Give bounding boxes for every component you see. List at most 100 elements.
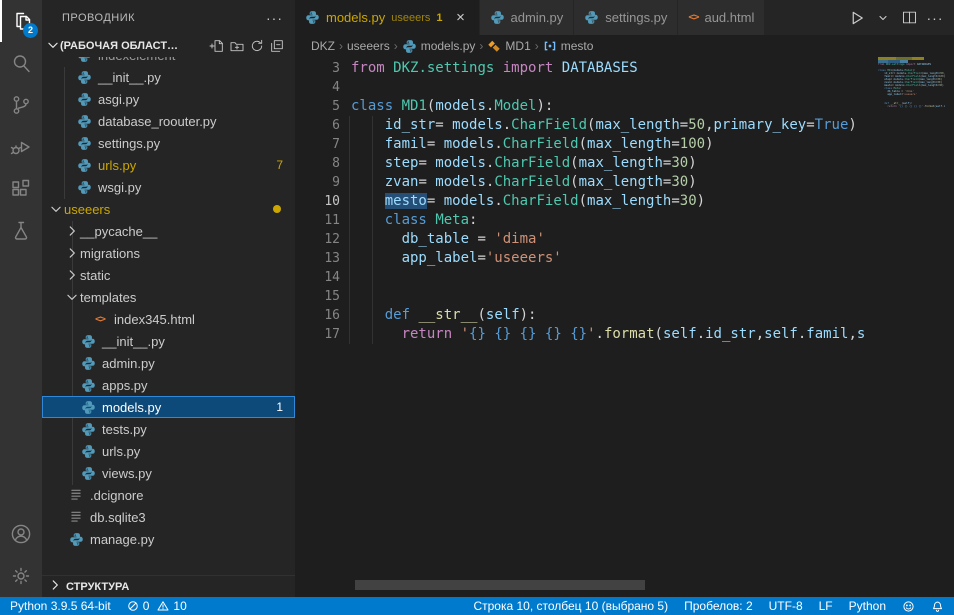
code-line-3[interactable]: 3from DKZ.settings import DATABASES: [295, 59, 954, 78]
code-line-15[interactable]: 15: [295, 287, 954, 306]
code-editor[interactable]: 3from DKZ.settings import DATABASES45cla…: [295, 57, 954, 597]
horizontal-scrollbar[interactable]: [355, 580, 645, 590]
statusbar-utf-8[interactable]: UTF-8: [769, 599, 803, 613]
code-line-6[interactable]: 6 id_str= models.CharField(max_length=50…: [295, 116, 954, 135]
tree-file--dcignore[interactable]: .dcignore: [42, 484, 295, 506]
statusbar-python[interactable]: Python: [849, 599, 886, 613]
run-dropdown-button[interactable]: [872, 7, 894, 29]
tab-aud-html[interactable]: <>aud.html: [678, 0, 764, 35]
code-line-7[interactable]: 7 famil= models.CharField(max_length=100…: [295, 135, 954, 154]
statusbar-error[interactable]: 0: [127, 599, 150, 613]
tree-folder-migrations[interactable]: migrations: [42, 242, 295, 264]
code-line-11[interactable]: 11 class Meta:: [295, 211, 954, 230]
more-actions-icon[interactable]: ···: [924, 7, 946, 29]
tab-description: useeers: [391, 12, 430, 24]
code-line-17[interactable]: 17 return '{} {} {} {} {}'.format(self.i…: [295, 325, 954, 344]
code-line-13[interactable]: 13 app_label='useeers': [295, 249, 954, 268]
activitybar-settings-gear[interactable]: [0, 555, 42, 597]
tree-file-asgi-py[interactable]: asgi.py: [42, 88, 295, 110]
chevron-down-icon: [48, 202, 64, 216]
tree-file--init-py[interactable]: __init__.py: [42, 330, 295, 352]
indent-guide: [349, 116, 350, 135]
activitybar-explorer[interactable]: 2: [0, 0, 42, 42]
breadcrumb-label: MD1: [505, 39, 530, 53]
tree-folder-static[interactable]: static: [42, 264, 295, 286]
py-file-icon: [68, 531, 84, 547]
activitybar-source-control[interactable]: [0, 84, 42, 126]
statusbar-feedback[interactable]: [902, 600, 915, 613]
activitybar-search[interactable]: [0, 42, 42, 84]
activitybar-extensions[interactable]: [0, 168, 42, 210]
tab-label: models.py: [326, 10, 385, 25]
tree-file-manage-py[interactable]: manage.py: [42, 528, 295, 550]
tree-folder-templates[interactable]: templates: [42, 286, 295, 308]
tab-admin-py[interactable]: admin.py: [480, 0, 574, 35]
code-line-10[interactable]: 10 mesto= models.CharField(max_length=30…: [295, 192, 954, 211]
run-button[interactable]: [846, 7, 868, 29]
tree-item-label: admin.py: [102, 356, 155, 371]
new-folder-icon[interactable]: [227, 36, 247, 56]
more-actions-icon[interactable]: ···: [266, 10, 283, 26]
tree-file-apps-py[interactable]: apps.py: [42, 374, 295, 396]
tree-file-urls-py[interactable]: urls.py: [42, 440, 295, 462]
workspace-section-header[interactable]: (РАБОЧАЯ ОБЛАСТЬ) ...: [42, 35, 295, 57]
tree-file-admin-py[interactable]: admin.py: [42, 352, 295, 374]
tree-file-database-roouter-py[interactable]: database_roouter.py: [42, 110, 295, 132]
minimap[interactable]: from DKZ.settings import DATABASESclass …: [878, 57, 945, 177]
tree-folder--pycache-[interactable]: __pycache__: [42, 220, 295, 242]
py-file-icon: [76, 113, 92, 129]
py-file-icon: [80, 355, 96, 371]
statusbar-bell[interactable]: [931, 600, 944, 613]
indent-guide: [349, 230, 350, 249]
breadcrumb-models-py[interactable]: models.py: [402, 39, 476, 54]
indent-guide: [349, 325, 350, 344]
statusbar-label: UTF-8: [769, 599, 803, 613]
activitybar-account[interactable]: [0, 513, 42, 555]
activitybar-run-debug[interactable]: [0, 126, 42, 168]
tree-file-urls-py[interactable]: urls.py7: [42, 154, 295, 176]
tab-settings-py[interactable]: settings.py: [574, 0, 677, 35]
code-line-12[interactable]: 12 db_table = 'dima': [295, 230, 954, 249]
py-file-icon: [80, 443, 96, 459]
breadcrumb-useeers[interactable]: useeers: [347, 39, 390, 53]
code-line-5[interactable]: 5class MD1(models.Model):: [295, 97, 954, 116]
statusbar-python-3-9-5-64-bit[interactable]: Python 3.9.5 64-bit: [10, 599, 111, 613]
breadcrumb-dkz[interactable]: DKZ: [311, 39, 335, 53]
tree-file-settings-py[interactable]: settings.py: [42, 132, 295, 154]
tree-file-views-py[interactable]: views.py: [42, 462, 295, 484]
refresh-icon[interactable]: [247, 36, 267, 56]
outline-section-header[interactable]: СТРУКТУРА: [42, 575, 295, 597]
line-number: 16: [295, 306, 340, 325]
split-editor-button[interactable]: [898, 7, 920, 29]
collapse-all-icon[interactable]: [267, 36, 287, 56]
problems-badge: 7: [276, 158, 283, 172]
line-number: 6: [295, 116, 340, 135]
statusbar-строка-10-столбец-10-выбрано-5-[interactable]: Строка 10, столбец 10 (выбрано 5): [473, 599, 668, 613]
tree-file-index345-html[interactable]: <>index345.html: [42, 308, 295, 330]
code-line-9[interactable]: 9 zvan= models.CharField(max_length=30): [295, 173, 954, 192]
code-line-16[interactable]: 16 def __str__(self):: [295, 306, 954, 325]
code-line-8[interactable]: 8 step= models.CharField(max_length=30): [295, 154, 954, 173]
breadcrumb-mesto[interactable]: mesto: [543, 39, 594, 53]
code-line-4[interactable]: 4: [295, 78, 954, 97]
tree-file-models-py[interactable]: models.py1: [42, 396, 295, 418]
breadcrumb-md1[interactable]: MD1: [487, 39, 530, 53]
close-icon[interactable]: ×: [453, 9, 469, 26]
code-line-14[interactable]: 14: [295, 268, 954, 287]
chevron-down-icon: [64, 290, 80, 304]
line-number: 14: [295, 268, 340, 287]
bell-icon: [931, 600, 944, 613]
line-number: 5: [295, 97, 340, 116]
tree-file-tests-py[interactable]: tests.py: [42, 418, 295, 440]
new-file-icon[interactable]: [207, 36, 227, 56]
tree-file-indexelement[interactable]: indexelement: [42, 57, 295, 66]
tree-file-db-sqlite3[interactable]: db.sqlite3: [42, 506, 295, 528]
tree-file--init-py[interactable]: __init__.py: [42, 66, 295, 88]
tab-models-py[interactable]: models.pyuseeers1×: [295, 0, 479, 35]
activitybar-testing[interactable]: [0, 210, 42, 252]
statusbar-пробелов-2[interactable]: Пробелов: 2: [684, 599, 753, 613]
statusbar-lf[interactable]: LF: [819, 599, 833, 613]
statusbar-warning[interactable]: 10: [157, 599, 186, 613]
tree-file-wsgi-py[interactable]: wsgi.py: [42, 176, 295, 198]
tree-folder-useeers[interactable]: useeers: [42, 198, 295, 220]
